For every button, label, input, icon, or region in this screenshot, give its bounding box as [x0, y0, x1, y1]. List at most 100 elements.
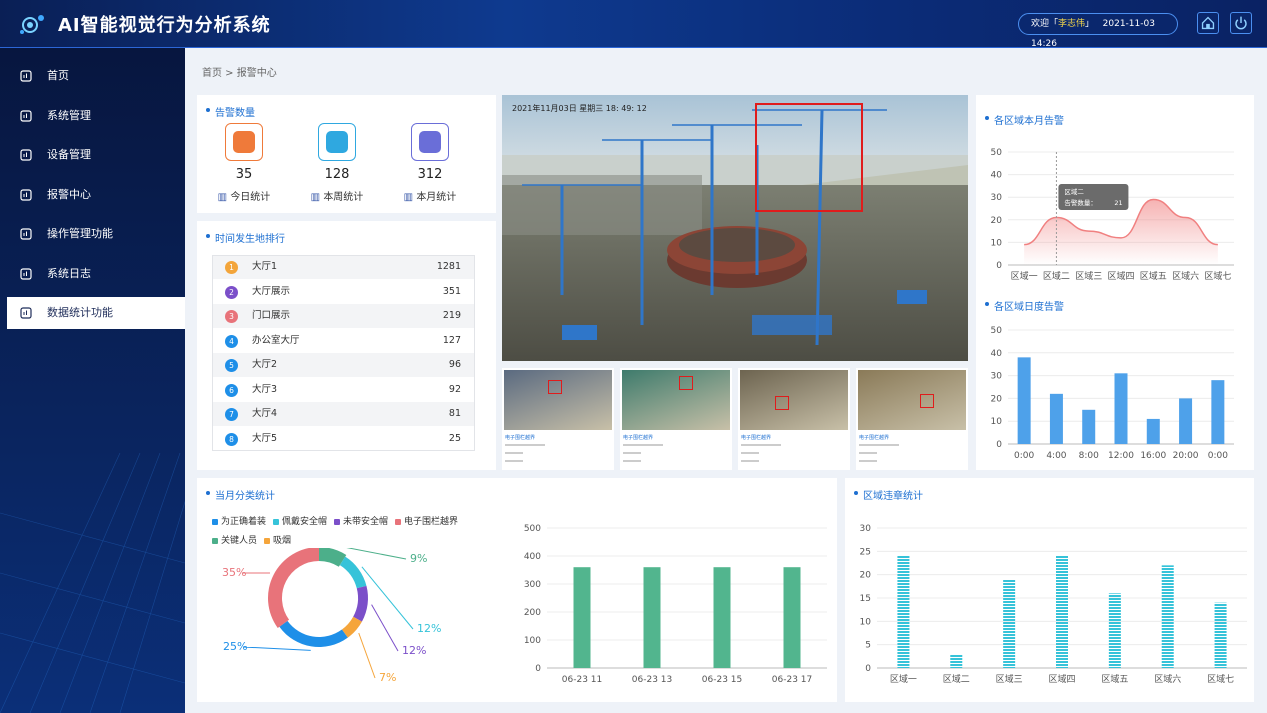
pie-slice	[339, 556, 367, 589]
pie-label: 7%	[379, 671, 396, 684]
camera-main-view[interactable]: 2021年11月03日 星期三 18: 49: 12	[502, 95, 968, 361]
ranking-title: 时间发生地排行	[206, 230, 285, 245]
legend-swatch	[212, 537, 218, 544]
thumbnail-image	[740, 370, 848, 430]
home-button[interactable]	[1197, 12, 1219, 34]
cube-icon	[20, 228, 32, 240]
category-pie-chart: 9% 12% 12% 7% 25% 35%	[222, 548, 441, 684]
app-title: AI智能视觉行为分析系统	[58, 15, 271, 36]
stat-label: ▥ 今日统计	[214, 188, 274, 203]
org-icon	[20, 149, 32, 161]
nav-item-6[interactable]: 数据统计功能	[7, 297, 185, 329]
stat-item: 128 ▥ 本周统计	[307, 123, 367, 203]
nav-item-3[interactable]: 报警中心	[7, 179, 185, 211]
nav-item-4[interactable]: 操作管理功能	[7, 218, 185, 250]
stat-icon-box	[411, 123, 449, 161]
x-tick-label: 20:00	[1173, 451, 1199, 461]
bar	[1114, 373, 1128, 444]
bar	[1179, 398, 1193, 444]
y-tick-label: 5	[865, 641, 871, 651]
legend-item: 佩戴安全帽	[273, 513, 327, 531]
legend-swatch	[334, 518, 341, 525]
nav-item-label: 报警中心	[47, 187, 91, 201]
detection-box	[679, 376, 693, 390]
pie-leader-line	[242, 646, 311, 651]
stat-value: 35	[235, 167, 253, 182]
daily-region-chart: 0 10 20 30 40 50 0:00 4:00 8:00 12:00 16:00 20:00 0:…	[991, 326, 1234, 461]
legend-swatch	[212, 518, 218, 525]
detection-box	[548, 380, 562, 394]
thumbnail-caption: 电子围栏越界	[505, 435, 536, 441]
region-alarm-panel: 各区域本月告警 0 10 20 30 40 50 区域一 区域二 区域三 区域四 区域五 区域六 区域七…	[976, 95, 1254, 470]
nav-item-5[interactable]: 系统日志	[7, 258, 185, 290]
bar	[713, 567, 731, 668]
logo-icon	[20, 15, 44, 34]
bar	[1003, 579, 1016, 668]
bar	[573, 567, 591, 668]
bar	[1211, 380, 1225, 444]
y-tick-label: 0	[996, 440, 1002, 450]
category-bar-chart: 0 100 200 300 400 500 06-23 11 06-23 13 06-23 15…	[524, 524, 827, 685]
sidebar-background-pattern	[0, 453, 185, 713]
category-panel: 当月分类统计 为正确着装 佩戴安全帽 未带安全帽 电子围栏越界关键人员 吸烟 9% 12%…	[197, 478, 837, 702]
ranking-border	[212, 255, 475, 451]
stat-item: 35 ▥ 今日统计	[214, 123, 274, 203]
y-tick-label: 20	[991, 216, 1003, 226]
pie-slice	[353, 585, 368, 622]
y-tick-label: 10	[991, 417, 1003, 427]
detection-box	[775, 396, 789, 410]
y-tick-label: 30	[860, 524, 872, 534]
legend-swatch	[395, 518, 402, 525]
y-tick-label: 500	[524, 524, 541, 534]
pie-leader-line	[371, 604, 399, 652]
bar	[1082, 409, 1096, 444]
x-tick-label: 区域五	[1101, 673, 1128, 685]
bar	[1056, 556, 1068, 668]
nav-item-0[interactable]: 首页	[7, 60, 185, 92]
x-tick-label: 区域七	[1204, 270, 1231, 282]
stat-value: 312	[417, 167, 443, 182]
x-tick-label: 06-23 13	[632, 675, 672, 685]
welcome-badge: 欢迎「李志伟」 2021-11-03 14:26	[1018, 13, 1178, 49]
alarm-thumbnail[interactable]: 电子围栏越界	[620, 368, 732, 470]
nav-item-label: 系统管理	[47, 108, 91, 122]
stat-icon	[419, 131, 441, 153]
alarm-thumbnail[interactable]: 电子围栏越界	[738, 368, 850, 470]
alarm-thumbnail[interactable]: 电子围栏越界	[502, 368, 614, 470]
stat-label: ▥ 本月统计	[400, 188, 460, 203]
tooltip-label: 告警数量：	[1064, 198, 1097, 207]
thumbnail-detail-line	[859, 444, 899, 446]
x-tick-label: 06-23 17	[772, 675, 812, 685]
thumbnail-image	[858, 370, 966, 430]
user-name[interactable]: 李志伟	[1058, 19, 1085, 29]
y-tick-label: 50	[991, 148, 1003, 158]
power-button[interactable]	[1230, 12, 1252, 34]
gear-icon	[20, 109, 32, 122]
nav-item-1[interactable]: 系统管理	[7, 100, 185, 132]
legend-label: 未带安全帽	[343, 517, 389, 527]
breadcrumb[interactable]: 首页 > 报警中心	[202, 64, 277, 79]
thumbnail-detail-line	[741, 444, 781, 446]
x-tick-label: 区域一	[890, 673, 917, 685]
thumbnail-detail-line	[859, 452, 877, 454]
y-tick-label: 50	[991, 326, 1003, 336]
thumbnail-detail-line	[623, 452, 641, 454]
alarm-thumbnail[interactable]: 电子围栏越界	[856, 368, 968, 470]
nav-item-2[interactable]: 设备管理	[7, 139, 185, 171]
power-icon	[1235, 16, 1247, 30]
y-tick-label: 200	[524, 608, 541, 618]
welcome-suffix: 」	[1085, 19, 1095, 29]
thumbnail-caption: 电子围栏越界	[623, 435, 654, 441]
bar-chart-icon: ▥	[217, 192, 231, 203]
y-tick-label: 0	[535, 664, 541, 674]
x-tick-label: 12:00	[1108, 451, 1134, 461]
legend-swatch	[273, 518, 280, 525]
bar	[1161, 565, 1174, 668]
x-tick-label: 区域七	[1207, 673, 1234, 685]
stat-icon-box	[318, 123, 356, 161]
home-icon	[20, 70, 32, 82]
sidebar: 首页系统管理设备管理报警中心操作管理功能 系统日志数据统计功能	[0, 48, 185, 713]
monthly-region-title: 各区域本月告警	[985, 112, 1064, 127]
legend-swatch	[264, 537, 271, 544]
stat-label-text: 今日统计	[230, 192, 271, 203]
